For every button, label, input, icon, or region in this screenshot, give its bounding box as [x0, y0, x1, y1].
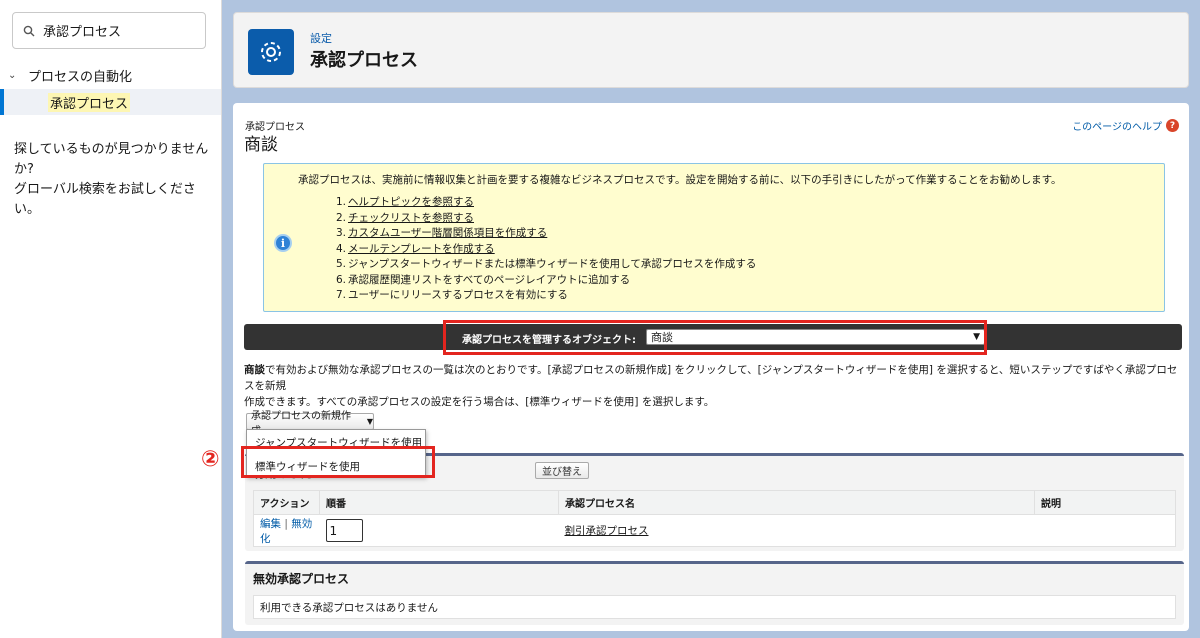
search-icon — [23, 25, 35, 36]
new-approval-process-button[interactable]: 承認プロセスの新規作成 ▼ — [246, 411, 374, 437]
step-link[interactable]: チェックリストを参照する — [348, 212, 474, 224]
main-area: 設定 承認プロセス 承認プロセス 商談 このページのヘルプ ? i 承認プロセス… — [201, 0, 1200, 638]
info-steps: 1. ヘルプトピックを参照する 2. チェックリストを参照する 3. カスタムユーザー… — [336, 195, 756, 304]
step-item[interactable]: 3. カスタムユーザー階層関係項目を作成する — [336, 226, 756, 242]
order-cell: 1 — [320, 515, 559, 547]
help-link-label[interactable]: このページのヘルプ — [1072, 118, 1162, 133]
action-cell: 編集 | 無効化 — [254, 515, 320, 547]
help-icon[interactable]: ? — [1166, 119, 1179, 132]
step-number: 5. — [336, 258, 347, 270]
not-found-line: 探しているものが見つかりませんか? — [14, 142, 209, 177]
info-intro: 承認プロセスは、実施前に情報収集と計画を要する複雑なビジネスプロセスです。設定を… — [298, 174, 1062, 186]
name-cell: 割引承認プロセス — [559, 515, 1035, 547]
column-header-action: アクション — [253, 490, 320, 515]
step-link[interactable]: メールテンプレートを作成する — [348, 243, 495, 255]
help-link[interactable]: このページのヘルプ ? — [1072, 118, 1179, 133]
step-number: 1. — [336, 196, 347, 208]
step-item[interactable]: 1. ヘルプトピックを参照する — [336, 195, 756, 211]
tree-item-label: 承認プロセス — [48, 92, 131, 112]
content-panel: 承認プロセス 商談 このページのヘルプ ? i 承認プロセスは、実施前に情報収集… — [201, 103, 1189, 631]
column-header-description: 説明 — [1034, 490, 1176, 515]
step-text: ジャンプスタートウィザードまたは標準ウィザードを使用して承認プロセスを作成する — [348, 258, 757, 270]
gear-icon — [248, 29, 294, 75]
object-title: 商談 — [244, 135, 278, 155]
step-link[interactable]: ヘルプトピックを参照する — [348, 196, 474, 208]
edit-link[interactable]: 編集 — [260, 518, 281, 530]
annotation-highlight-1 — [443, 320, 987, 355]
separator: | — [284, 517, 288, 530]
step-item[interactable]: 4. メールテンプレートを作成する — [336, 242, 756, 258]
process-name-link[interactable]: 割引承認プロセス — [565, 525, 649, 537]
step-number: 4. — [336, 242, 347, 255]
annotation-marker-2: ② — [201, 447, 220, 472]
header-subtitle: 設定 — [310, 32, 332, 45]
table-row: 編集 | 無効化 1 割引承認プロセス — [254, 515, 1176, 547]
reorder-button[interactable]: 並び替え — [535, 462, 589, 479]
step-number: 3. — [336, 227, 347, 239]
step-number: 7. — [336, 289, 347, 301]
annotation-highlight-2 — [241, 446, 435, 478]
panel-title: 無効承認プロセス — [253, 572, 350, 586]
step-item: 5. ジャンプスタートウィザードまたは標準ウィザードを使用して承認プロセスを作成す… — [336, 257, 756, 273]
step-item: 7. ユーザーにリリースするプロセスを有効にする — [336, 288, 756, 304]
tree-item-process-automation[interactable]: ⌄ プロセスの自動化 — [8, 66, 132, 85]
description-text: 商談で有効および無効な承認プロセスの一覧は次のとおりです。[承認プロセスの新規作… — [244, 362, 1184, 410]
step-text: ユーザーにリリースするプロセスを有効にする — [348, 289, 568, 301]
tree-item-approval-processes[interactable]: 承認プロセス — [0, 89, 221, 115]
column-header-name: 承認プロセス名 — [558, 490, 1035, 515]
column-header-order: 順番 — [319, 490, 559, 515]
not-found-message: 探しているものが見つかりませんか? グローバル検索をお試しください。 — [14, 140, 214, 220]
not-found-line: グローバル検索をお試しください。 — [14, 182, 196, 217]
table-header-row: アクション 順番 承認プロセス名 説明 — [253, 490, 1176, 515]
chevron-down-icon[interactable]: ⌄ — [8, 70, 22, 81]
info-icon: i — [274, 234, 292, 252]
desc-line: で有効および無効な承認プロセスの一覧は次のとおりです。[承認プロセスの新規作成]… — [244, 364, 1178, 392]
step-link[interactable]: カスタムユーザー階層関係項目を作成する — [348, 227, 547, 239]
order-input[interactable]: 1 — [325, 519, 363, 542]
inactive-processes-panel: 無効承認プロセス 利用できる承認プロセスはありません — [245, 561, 1184, 625]
info-box: i 承認プロセスは、実施前に情報収集と計画を要する複雑なビジネスプロセスです。設… — [263, 163, 1165, 312]
tree-item-label: プロセスの自動化 — [28, 70, 133, 85]
chevron-down-icon: ▼ — [366, 417, 373, 426]
page-header: 設定 承認プロセス — [233, 12, 1189, 88]
step-item: 6. 承認履歴関連リストをすべてのページレイアウトに追加する — [336, 273, 756, 289]
search-value: 承認プロセス — [43, 25, 122, 40]
desc-object-name: 商談 — [244, 364, 265, 376]
step-text: 承認履歴関連リストをすべてのページレイアウトに追加する — [348, 273, 631, 286]
step-item[interactable]: 2. チェックリストを参照する — [336, 211, 756, 227]
empty-message: 利用できる承認プロセスはありません — [253, 595, 1176, 619]
active-processes-table: アクション 順番 承認プロセス名 説明 編集 | 無効化 1 割引承認プロセス — [253, 490, 1176, 547]
step-number: 2. — [336, 211, 347, 224]
setup-sidebar: 承認プロセス ⌄ プロセスの自動化 承認プロセス 探しているものが見つかりません… — [0, 0, 222, 638]
description-cell — [1035, 515, 1176, 547]
page-title: 承認プロセス — [310, 50, 418, 71]
quick-find-input[interactable]: 承認プロセス — [12, 12, 206, 49]
step-number: 6. — [336, 273, 347, 286]
